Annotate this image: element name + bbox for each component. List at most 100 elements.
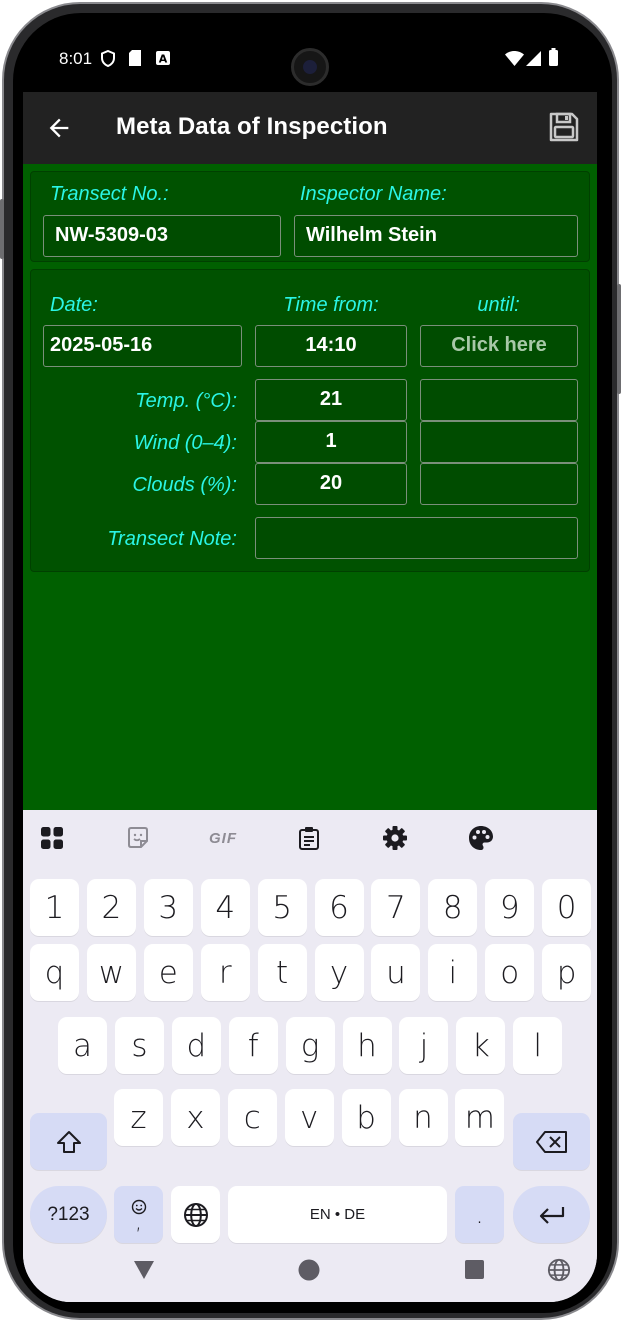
key-k[interactable]: k [456, 1017, 506, 1074]
app-bar: Meta Data of Inspection [23, 92, 597, 164]
key-g[interactable]: g [285, 1017, 335, 1074]
time-from-input[interactable]: 14:10 [255, 325, 407, 367]
shield-icon [101, 50, 115, 67]
key-n[interactable]: n [398, 1089, 448, 1146]
apps-grid-icon[interactable] [38, 824, 66, 852]
key-q[interactable]: q [30, 944, 79, 1001]
key-t[interactable]: t [257, 944, 307, 1001]
enter-icon [539, 1206, 564, 1224]
key-w[interactable]: w [86, 944, 136, 1001]
emoji-comma-key[interactable]: , [114, 1186, 163, 1243]
screen: 8:01 A Meta Data of Inspection Transect … [23, 24, 597, 1302]
key-9[interactable]: 9 [485, 879, 535, 936]
status-time: 8:01 [59, 49, 93, 68]
wifi-icon [505, 51, 524, 66]
enter-key[interactable] [513, 1186, 590, 1243]
key-s[interactable]: s [114, 1017, 164, 1074]
page-title: Meta Data of Inspection [116, 113, 388, 140]
nav-back-icon[interactable] [133, 1260, 155, 1280]
temp-from-input[interactable]: 21 [255, 379, 407, 421]
cell-signal-icon [526, 51, 541, 66]
wind-label: Wind (0–4): [133, 432, 237, 454]
note-label: Transect Note: [107, 528, 237, 550]
key-f[interactable]: f [228, 1017, 278, 1074]
key-a[interactable]: a [58, 1017, 107, 1074]
front-camera [291, 48, 329, 86]
wind-until-input[interactable] [420, 421, 578, 463]
key-b[interactable]: b [341, 1089, 391, 1146]
key-d[interactable]: d [171, 1017, 221, 1074]
soft-keyboard: GIF 1234567890 qwertyuiop asdfghjkl zxcv… [23, 810, 597, 1302]
comma-label: , [135, 1209, 142, 1235]
gif-icon[interactable]: GIF [205, 824, 241, 852]
note-input[interactable] [255, 517, 578, 559]
shift-icon [56, 1130, 81, 1153]
key-j[interactable]: j [399, 1017, 449, 1074]
key-l[interactable]: l [513, 1017, 563, 1074]
key-0[interactable]: 0 [542, 879, 592, 936]
key-8[interactable]: 8 [428, 879, 478, 936]
key-r[interactable]: r [200, 944, 250, 1001]
key-o[interactable]: o [485, 944, 535, 1001]
key-p[interactable]: p [542, 944, 592, 1001]
sticker-icon[interactable] [124, 824, 152, 852]
key-4[interactable]: 4 [200, 879, 250, 936]
transect-label: Transect No.: [50, 183, 169, 205]
time-from-label: Time from: [283, 294, 379, 316]
key-z[interactable]: z [114, 1089, 163, 1146]
svg-text:A: A [159, 53, 168, 66]
space-key[interactable]: EN • DE [228, 1186, 447, 1243]
palette-icon[interactable] [467, 824, 495, 852]
settings-gear-icon[interactable] [381, 824, 409, 852]
wind-from-input[interactable]: 1 [255, 421, 407, 463]
key-5[interactable]: 5 [257, 879, 307, 936]
form-area: Transect No.: Inspector Name: NW-5309-03… [23, 164, 597, 810]
clouds-label: Clouds (%): [132, 474, 237, 496]
nav-globe-icon[interactable] [547, 1258, 571, 1282]
key-2[interactable]: 2 [86, 879, 136, 936]
time-until-button[interactable]: Click here [420, 325, 578, 367]
key-3[interactable]: 3 [143, 879, 193, 936]
key-6[interactable]: 6 [314, 879, 364, 936]
inspector-label: Inspector Name: [300, 183, 447, 205]
transect-input[interactable]: NW-5309-03 [43, 215, 281, 257]
battery-icon [549, 48, 558, 66]
clouds-until-input[interactable] [420, 463, 578, 505]
backspace-key[interactable] [513, 1113, 590, 1170]
symbols-key[interactable]: ?123 [30, 1186, 107, 1243]
key-e[interactable]: e [143, 944, 193, 1001]
key-1[interactable]: 1 [30, 879, 79, 936]
nav-recents-icon[interactable] [465, 1260, 484, 1279]
nav-home-icon[interactable] [298, 1259, 320, 1281]
power-button [617, 284, 621, 394]
temp-until-input[interactable] [420, 379, 578, 421]
key-v[interactable]: v [284, 1089, 334, 1146]
language-key[interactable] [171, 1186, 220, 1243]
key-c[interactable]: c [227, 1089, 277, 1146]
shift-key[interactable] [30, 1113, 107, 1170]
temp-label: Temp. (°C): [135, 390, 237, 412]
clouds-from-input[interactable]: 20 [255, 463, 407, 505]
until-label: until: [477, 294, 520, 316]
keyboard-a-icon: A [156, 51, 170, 65]
clipboard-icon[interactable] [295, 824, 323, 852]
sim-card-icon [129, 50, 141, 66]
key-u[interactable]: u [371, 944, 421, 1001]
date-label: Date: [50, 294, 98, 316]
identity-card: Transect No.: Inspector Name: NW-5309-03… [30, 171, 590, 262]
inspector-input[interactable]: Wilhelm Stein [294, 215, 578, 257]
arrow-left-icon[interactable] [45, 114, 73, 142]
volume-button [0, 199, 4, 259]
details-card: Date: Time from: until: 2025-05-16 14:10… [30, 269, 590, 572]
period-key[interactable]: . [455, 1186, 504, 1243]
system-nav-bar [23, 1244, 597, 1302]
key-x[interactable]: x [170, 1089, 220, 1146]
key-y[interactable]: y [314, 944, 364, 1001]
key-7[interactable]: 7 [371, 879, 421, 936]
key-h[interactable]: h [342, 1017, 392, 1074]
key-i[interactable]: i [428, 944, 478, 1001]
backspace-icon [535, 1130, 567, 1153]
date-input[interactable]: 2025-05-16 [43, 325, 242, 367]
key-m[interactable]: m [455, 1089, 505, 1146]
floppy-disk-icon[interactable] [548, 111, 580, 143]
